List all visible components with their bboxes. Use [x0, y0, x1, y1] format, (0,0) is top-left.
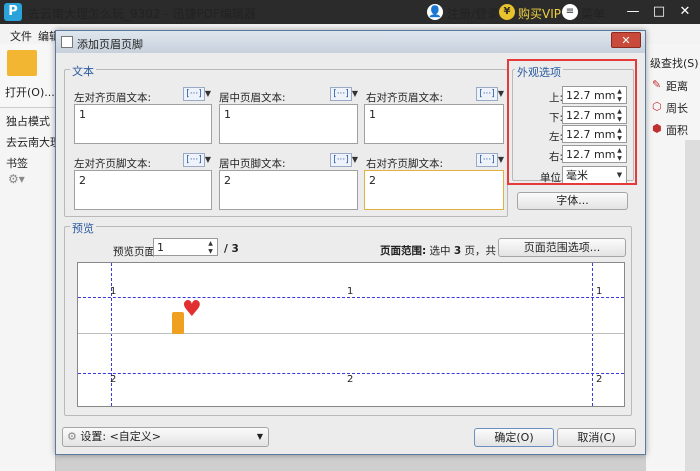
area-icon[interactable]: ⬢ [652, 122, 662, 135]
highlight-annotation [507, 59, 637, 185]
menu-icon[interactable]: ≡ [562, 4, 578, 20]
preview-footer-center: 2 [347, 374, 354, 385]
footer-right-input[interactable]: 2 [364, 170, 504, 210]
dialog-close-button[interactable]: ✕ [611, 32, 641, 48]
page-range-unit: 页，共 [464, 245, 497, 257]
preview-header-left: 1 [110, 286, 117, 297]
document-tab[interactable]: 去云南大理 [6, 134, 56, 150]
preview-page-value: 1 [157, 241, 164, 254]
open-folder-icon[interactable] [7, 50, 37, 76]
perimeter-icon[interactable]: ⬡ [652, 100, 662, 113]
chevron-down-icon[interactable]: ▼ [203, 87, 213, 101]
vip-coin-icon[interactable]: ¥ [499, 4, 515, 20]
preview-header-right: 1 [596, 286, 603, 297]
dialog-titlebar [56, 31, 645, 53]
page-range-label: 页面范围: [380, 245, 427, 257]
heart-icon: ♥ [182, 297, 202, 322]
page-range-text: 选中 [429, 245, 451, 257]
chevron-down-icon[interactable]: ▼ [257, 428, 263, 446]
settings-value: <自定义> [109, 430, 162, 443]
app-logo-icon: P [4, 3, 22, 21]
bookmark-settings-icon[interactable]: ⚙▾ [8, 172, 25, 186]
area-tool[interactable]: 面积 [666, 122, 688, 138]
vertical-scrollbar[interactable] [685, 140, 700, 471]
cancel-button[interactable]: 取消(C) [557, 428, 636, 447]
gear-icon: ⚙ [67, 430, 77, 443]
window-title: 去云南大理怎么玩_9302 - 迅捷PDF编辑器 [28, 7, 256, 21]
header-right-insert-button[interactable]: [···] [476, 87, 498, 101]
settings-select[interactable]: ⚙ 设置: <自定义> ▼ [62, 427, 269, 447]
dialog-icon [61, 36, 73, 48]
header-guide-line [78, 297, 624, 298]
advanced-find-button[interactable]: 级查找(S) [650, 55, 699, 71]
page-separator [78, 333, 624, 334]
header-right-label: 右对齐页眉文本: [366, 92, 444, 104]
header-left-insert-button[interactable]: [···] [183, 87, 205, 101]
chevron-down-icon[interactable]: ▼ [203, 153, 213, 167]
login-link[interactable]: 注册/登录 [447, 5, 499, 22]
footer-center-insert-button[interactable]: [···] [330, 153, 352, 167]
footer-right-label: 右对齐页脚文本: [366, 158, 444, 170]
main-menu-button[interactable]: 菜单 [581, 5, 605, 22]
footer-left-label: 左对齐页脚文本: [74, 158, 152, 170]
perimeter-tool[interactable]: 周长 [666, 100, 688, 116]
preview-canvas [77, 262, 625, 407]
header-right-input[interactable]: 1 [364, 104, 504, 144]
distance-tool[interactable]: 距离 [666, 78, 688, 94]
page-range-selected: 3 [453, 245, 462, 257]
preview-page-label: 预览页面 [113, 246, 155, 258]
buy-vip-link[interactable]: 购买VIP [518, 5, 561, 22]
footer-left-insert-button[interactable]: [···] [183, 153, 205, 167]
header-center-insert-button[interactable]: [···] [330, 87, 352, 101]
chevron-down-icon[interactable]: ▼ [350, 153, 360, 167]
text-group-title: 文本 [70, 63, 96, 79]
footer-right-insert-button[interactable]: [···] [476, 153, 498, 167]
settings-label: 设置: [80, 430, 107, 443]
maximize-icon[interactable]: □ [646, 0, 672, 24]
preview-footer-right: 2 [596, 374, 603, 385]
preview-footer-left: 2 [110, 374, 117, 385]
font-button[interactable]: 字体... [517, 192, 628, 210]
minimize-icon[interactable]: — [620, 0, 646, 24]
close-window-icon[interactable]: ✕ [672, 0, 698, 24]
header-center-label: 居中页眉文本: [219, 92, 286, 104]
header-center-input[interactable]: 1 [219, 104, 358, 144]
page-range-options-button[interactable]: 页面范围选项... [498, 238, 626, 257]
distance-icon[interactable]: ✎ [652, 78, 661, 91]
right-guide-line [592, 263, 593, 406]
menu-file[interactable]: 文件 [10, 28, 32, 44]
exclusive-mode-item[interactable]: 独占模式 [6, 113, 50, 129]
preview-page-spinner[interactable]: 1 ▲ ▼ [153, 238, 218, 256]
dialog-title: 添加页眉页脚 [77, 38, 143, 51]
preview-group-title: 预览 [70, 220, 96, 236]
preview-total-pages: / 3 [224, 243, 239, 255]
footer-center-label: 居中页脚文本: [219, 158, 286, 170]
user-icon[interactable]: 👤 [427, 4, 443, 20]
spinner-arrows-icon[interactable]: ▲ ▼ [206, 240, 215, 256]
bookmarks-panel-title: 书签 [6, 157, 28, 170]
chevron-down-icon[interactable]: ▼ [496, 87, 506, 101]
ok-button[interactable]: 确定(O) [474, 428, 554, 447]
footer-center-input[interactable]: 2 [219, 170, 358, 210]
chevron-down-icon[interactable]: ▼ [496, 153, 506, 167]
chevron-down-icon[interactable]: ▼ [350, 87, 360, 101]
header-left-label: 左对齐页眉文本: [74, 92, 152, 104]
preview-header-center: 1 [347, 286, 354, 297]
header-left-input[interactable]: 1 [74, 104, 212, 144]
open-button-label[interactable]: 打开(O)... [5, 84, 55, 100]
footer-left-input[interactable]: 2 [74, 170, 212, 210]
